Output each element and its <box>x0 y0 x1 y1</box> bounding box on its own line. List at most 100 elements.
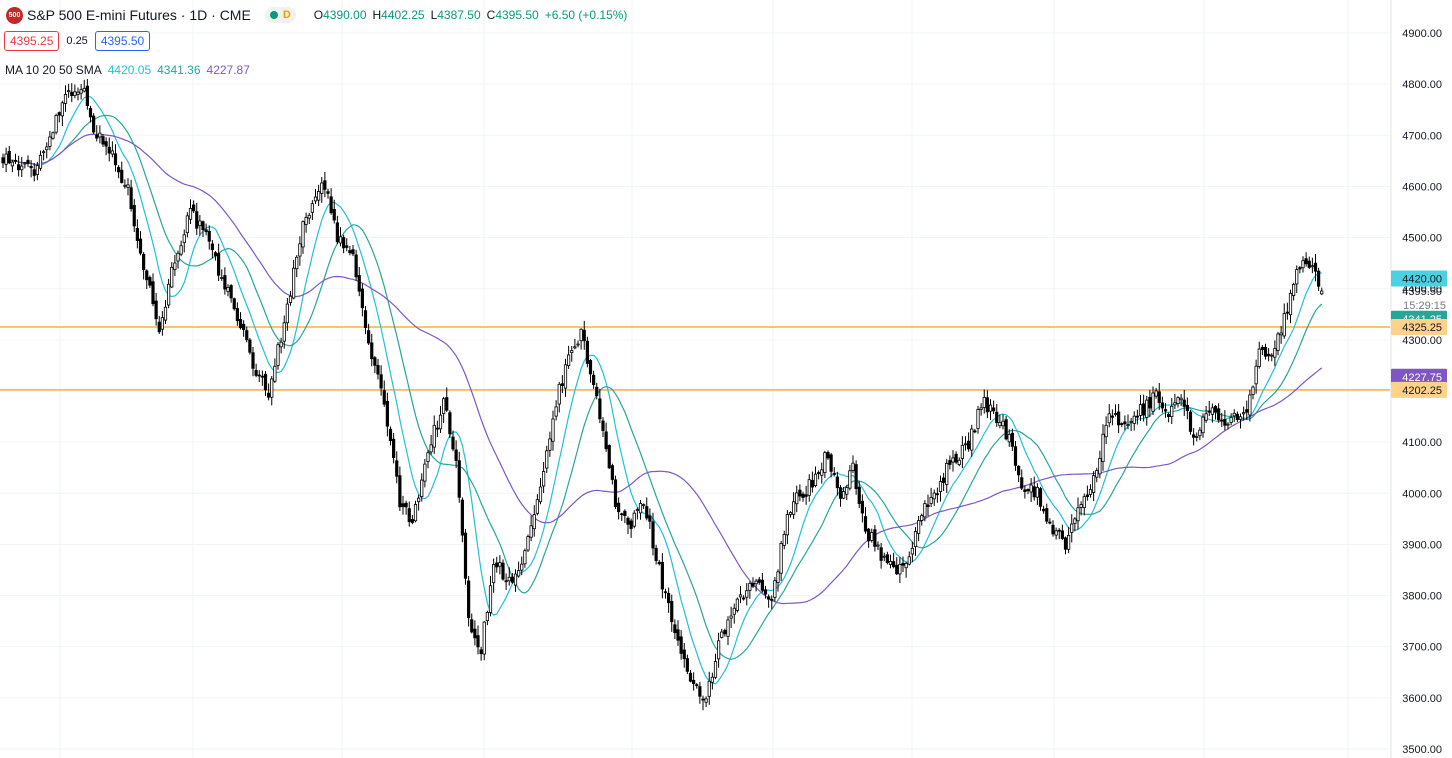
symbol-title[interactable]: S&P 500 E-mini Futures · 1D · CME <box>27 7 251 23</box>
candle <box>176 250 180 269</box>
candle <box>542 462 546 494</box>
low-value: 4387.50 <box>437 8 481 22</box>
candle-body-up <box>710 676 714 683</box>
candle-body-up <box>413 503 418 522</box>
indicator-title[interactable]: MA 10 20 50 SMA <box>5 63 102 77</box>
candle <box>470 613 474 634</box>
candle-body-down <box>195 211 199 229</box>
candle-body-up <box>726 619 730 637</box>
candle-body-up <box>532 514 536 530</box>
candle <box>179 240 183 257</box>
candle <box>1020 469 1024 491</box>
candle <box>938 475 943 502</box>
candle <box>101 134 105 148</box>
candle <box>642 503 646 510</box>
candle-body-down <box>332 209 336 221</box>
candle <box>292 259 296 300</box>
candle-body-down <box>810 479 814 488</box>
candle <box>754 578 758 592</box>
candle <box>107 137 111 162</box>
spread-value: 0.25 <box>66 35 88 47</box>
candle <box>226 284 230 297</box>
candle <box>220 269 224 281</box>
candle-body-up <box>307 214 311 219</box>
candle-body-down <box>673 624 677 633</box>
candle <box>485 610 489 626</box>
candle-body-up <box>945 463 949 485</box>
candle-body-up <box>310 203 314 213</box>
candle-body-down <box>95 134 99 139</box>
candle <box>473 620 477 646</box>
candle <box>1254 359 1258 394</box>
candle-body-up <box>1229 417 1233 423</box>
candle-body-down <box>1060 530 1064 539</box>
candle <box>154 292 158 326</box>
candle <box>26 155 30 167</box>
horizontal-price-lines[interactable] <box>0 326 1390 391</box>
candle <box>145 269 149 289</box>
candle-body-up <box>285 303 289 324</box>
candle-body-up <box>745 590 749 598</box>
candle <box>573 338 577 350</box>
candle <box>95 125 99 142</box>
candle-body-down <box>457 460 461 498</box>
candle-body-up <box>776 571 780 583</box>
candle-body-up <box>988 404 993 412</box>
candle-body-up <box>735 598 739 611</box>
candle <box>654 544 658 565</box>
candle-body-down <box>376 365 380 375</box>
candle-body-up <box>20 165 24 171</box>
candle <box>1 153 5 168</box>
candle <box>335 215 339 245</box>
candle <box>551 410 555 451</box>
candle-body-down <box>107 146 111 154</box>
candle-body-up <box>301 221 305 248</box>
candle-body-down <box>954 453 958 463</box>
candle-body-down <box>473 628 477 639</box>
candle <box>635 507 639 520</box>
candle <box>307 212 311 224</box>
candle <box>1263 343 1268 360</box>
candle-body-up <box>632 512 636 527</box>
candle-body-up <box>876 544 880 547</box>
candle <box>545 445 549 473</box>
candle-body-up <box>717 640 721 660</box>
candle <box>1063 536 1068 555</box>
candle-body-down <box>88 108 93 118</box>
candle-body-down <box>351 249 355 255</box>
candle <box>370 333 374 367</box>
candle-body-down <box>654 547 658 561</box>
symbol-header[interactable]: 500 S&P 500 E-mini Futures · 1D · CME D … <box>6 5 627 25</box>
candle <box>1192 428 1196 446</box>
candle-body-up <box>1079 504 1083 508</box>
price-axis-tick-label: 4900.00 <box>1402 28 1442 40</box>
price-axis-badge-label: 4202.25 <box>1402 385 1442 397</box>
candle-body-up <box>913 531 918 547</box>
candle-body-down <box>1263 346 1268 357</box>
candle <box>1176 396 1180 408</box>
candle <box>926 494 930 517</box>
candle <box>788 511 793 518</box>
candle <box>695 683 699 689</box>
candle-body-up <box>932 492 936 500</box>
candle-body-up <box>1076 507 1080 522</box>
candle-body-down <box>695 684 699 687</box>
market-status-pill[interactable]: D <box>264 7 296 23</box>
candle-body-up <box>1282 313 1286 337</box>
price-axis[interactable]: 4900.004800.004700.004600.004500.004400.… <box>1390 0 1452 758</box>
candle-body-down <box>223 275 227 290</box>
candle-body-down <box>585 340 589 364</box>
indicator-legend[interactable]: MA 10 20 50 SMA 4420.05 4341.36 4227.87 <box>5 63 250 77</box>
sell-button[interactable]: 4395.25 <box>4 31 60 51</box>
candle-body-up <box>1195 436 1199 438</box>
candle <box>985 390 989 419</box>
candle-body-down <box>101 136 105 145</box>
candle <box>501 559 505 581</box>
candle-body-up <box>110 150 114 155</box>
buy-button[interactable]: 4395.50 <box>94 31 151 51</box>
candle <box>1279 325 1283 344</box>
price-chart[interactable]: 4900.004800.004700.004600.004500.004400.… <box>0 0 1452 758</box>
candle <box>717 632 721 668</box>
candle <box>1213 404 1218 420</box>
candle <box>967 432 971 452</box>
